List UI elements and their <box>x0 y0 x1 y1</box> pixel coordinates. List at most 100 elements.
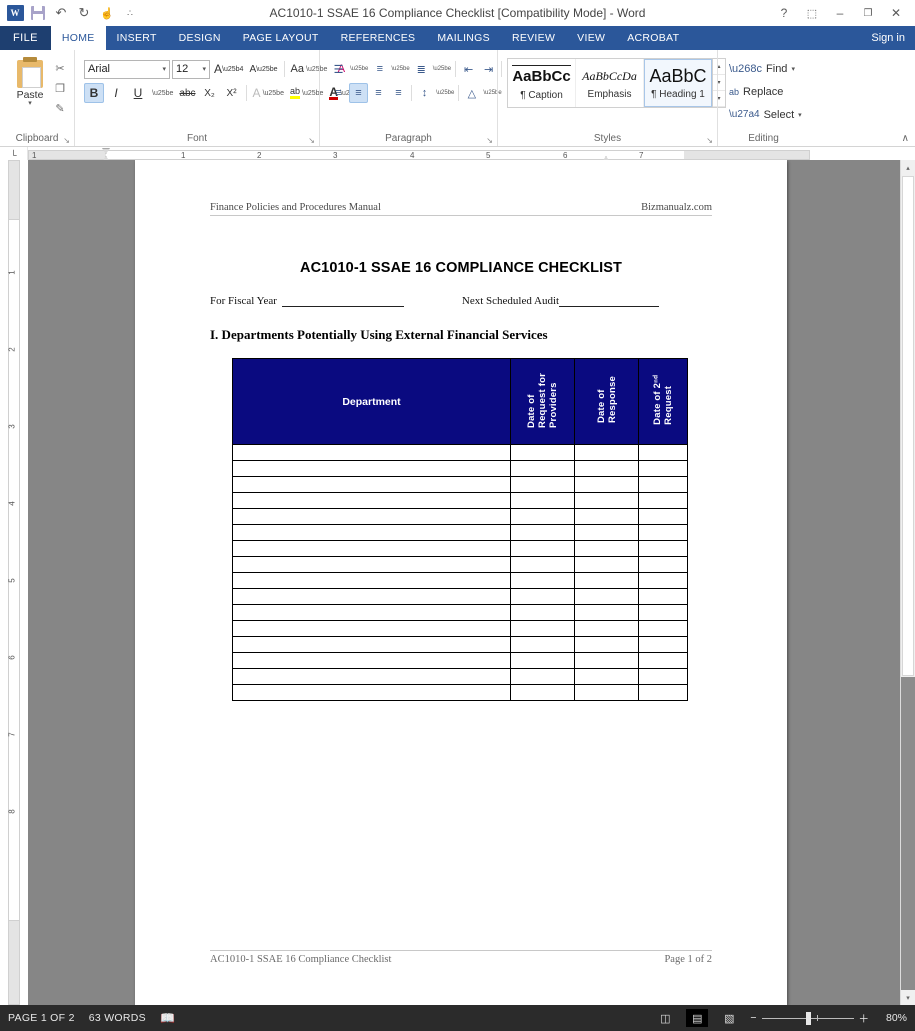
tab-insert[interactable]: INSERT <box>106 26 168 50</box>
shrink-font-icon[interactable]: A \u25be <box>247 59 279 79</box>
compliance-table[interactable]: Department Date of Request for Providers… <box>232 358 688 701</box>
table-row[interactable] <box>232 604 688 621</box>
table-cell[interactable] <box>574 620 639 637</box>
table-cell[interactable] <box>510 492 575 509</box>
table-cell[interactable] <box>232 508 511 525</box>
customize-qat-icon[interactable]: ∴ <box>119 2 141 24</box>
table-cell[interactable] <box>638 620 688 637</box>
bold-button[interactable]: B <box>84 83 104 103</box>
bullets-arrow[interactable]: \u25be <box>349 59 369 79</box>
font-name-combobox[interactable]: Arial ▾ <box>84 59 170 79</box>
table-cell[interactable] <box>232 524 511 541</box>
table-cell[interactable] <box>510 668 575 685</box>
table-cell[interactable] <box>574 524 639 541</box>
table-cell[interactable] <box>232 652 511 669</box>
tab-review[interactable]: REVIEW <box>501 26 566 50</box>
replace-button[interactable]: ab Replace <box>723 81 789 102</box>
table-cell[interactable] <box>638 572 688 589</box>
clipboard-dialog-launcher[interactable]: ↘ <box>63 136 70 145</box>
text-effects-icon[interactable]: A \u25be <box>251 83 286 103</box>
select-button[interactable]: \u27a4 Select ▾ <box>723 104 808 125</box>
table-cell[interactable] <box>510 524 575 541</box>
web-layout-button[interactable]: ▧ <box>718 1009 740 1027</box>
table-cell[interactable] <box>232 476 511 493</box>
table-cell[interactable] <box>638 636 688 653</box>
table-row[interactable] <box>232 556 688 573</box>
table-cell[interactable] <box>232 588 511 605</box>
table-row[interactable] <box>232 572 688 589</box>
table-cell[interactable] <box>574 444 639 461</box>
table-cell[interactable] <box>638 652 688 669</box>
table-cell[interactable] <box>232 636 511 653</box>
table-cell[interactable] <box>638 588 688 605</box>
table-cell[interactable] <box>574 492 639 509</box>
table-cell[interactable] <box>232 684 511 701</box>
document-page[interactable]: Finance Policies and Procedures Manual B… <box>135 160 787 1005</box>
copy-icon[interactable]: ❐ <box>51 80 69 97</box>
tab-mailings[interactable]: MAILINGS <box>426 26 501 50</box>
decrease-indent-icon[interactable]: ⇤ <box>459 59 478 79</box>
find-button[interactable]: \u268c Find ▾ <box>723 58 801 79</box>
table-cell[interactable] <box>574 508 639 525</box>
table-cell[interactable] <box>510 508 575 525</box>
scrollbar-track[interactable] <box>901 677 915 990</box>
style-emphasis[interactable]: AaBbCcDa Emphasis <box>576 59 644 107</box>
table-cell[interactable] <box>510 652 575 669</box>
font-dialog-launcher[interactable]: ↘ <box>308 136 315 145</box>
table-row[interactable] <box>232 524 688 541</box>
tab-home[interactable]: HOME <box>50 26 106 50</box>
tab-file[interactable]: FILE <box>0 26 51 50</box>
table-cell[interactable] <box>232 444 511 461</box>
proofing-icon[interactable]: 📖 <box>160 1011 175 1025</box>
table-cell[interactable] <box>574 460 639 477</box>
table-cell[interactable] <box>638 556 688 573</box>
table-cell[interactable] <box>638 604 688 621</box>
table-cell[interactable] <box>510 444 575 461</box>
style-caption[interactable]: AaBbCc ¶ Caption <box>508 59 576 107</box>
table-row[interactable] <box>232 588 688 605</box>
table-cell[interactable] <box>574 476 639 493</box>
increase-indent-icon[interactable]: ⇥ <box>479 59 498 79</box>
table-cell[interactable] <box>638 444 688 461</box>
align-right-button[interactable]: ≡ <box>369 83 388 103</box>
table-row[interactable] <box>232 668 688 685</box>
table-row[interactable] <box>232 508 688 525</box>
close-icon[interactable]: ✕ <box>883 2 909 24</box>
sign-in-button[interactable]: Sign in <box>861 26 915 50</box>
scroll-up-icon[interactable]: ▴ <box>901 160 915 175</box>
table-cell[interactable] <box>510 556 575 573</box>
numbering-arrow[interactable]: \u25be <box>390 59 410 79</box>
bullets-icon[interactable]: ☰ <box>329 59 348 79</box>
table-row[interactable] <box>232 492 688 509</box>
justify-button[interactable]: ≡ <box>389 83 408 103</box>
read-mode-button[interactable]: ◫ <box>654 1009 676 1027</box>
zoom-in-button[interactable]: ＋ <box>859 1011 870 1026</box>
table-cell[interactable] <box>510 476 575 493</box>
table-cell[interactable] <box>574 652 639 669</box>
zoom-level-label[interactable]: 80% <box>879 1012 907 1024</box>
tab-acrobat[interactable]: ACROBAT <box>616 26 690 50</box>
document-canvas[interactable]: Finance Policies and Procedures Manual B… <box>28 160 900 1005</box>
table-row[interactable] <box>232 620 688 637</box>
table-cell[interactable] <box>232 604 511 621</box>
redo-icon[interactable]: ↻ <box>73 2 95 24</box>
save-icon[interactable] <box>27 2 49 24</box>
table-cell[interactable] <box>638 540 688 557</box>
table-cell[interactable] <box>510 540 575 557</box>
multilevel-list-icon[interactable]: ≣ <box>412 59 431 79</box>
table-cell[interactable] <box>510 636 575 653</box>
zoom-out-button[interactable]: − <box>750 1012 756 1024</box>
undo-icon[interactable]: ↶ <box>50 2 72 24</box>
table-cell[interactable] <box>232 572 511 589</box>
vertical-ruler[interactable]: 1 2 3 4 5 6 7 8 <box>0 160 28 1005</box>
scrollbar-thumb[interactable] <box>902 176 914 676</box>
tab-view[interactable]: VIEW <box>566 26 616 50</box>
table-cell[interactable] <box>232 492 511 509</box>
line-spacing-arrow[interactable]: \u25be <box>435 83 455 103</box>
table-cell[interactable] <box>638 668 688 685</box>
table-cell[interactable] <box>232 620 511 637</box>
find-arrow[interactable]: ▾ <box>791 65 795 73</box>
table-cell[interactable] <box>638 524 688 541</box>
table-cell[interactable] <box>232 460 511 477</box>
numbering-icon[interactable]: ≡ <box>370 59 389 79</box>
